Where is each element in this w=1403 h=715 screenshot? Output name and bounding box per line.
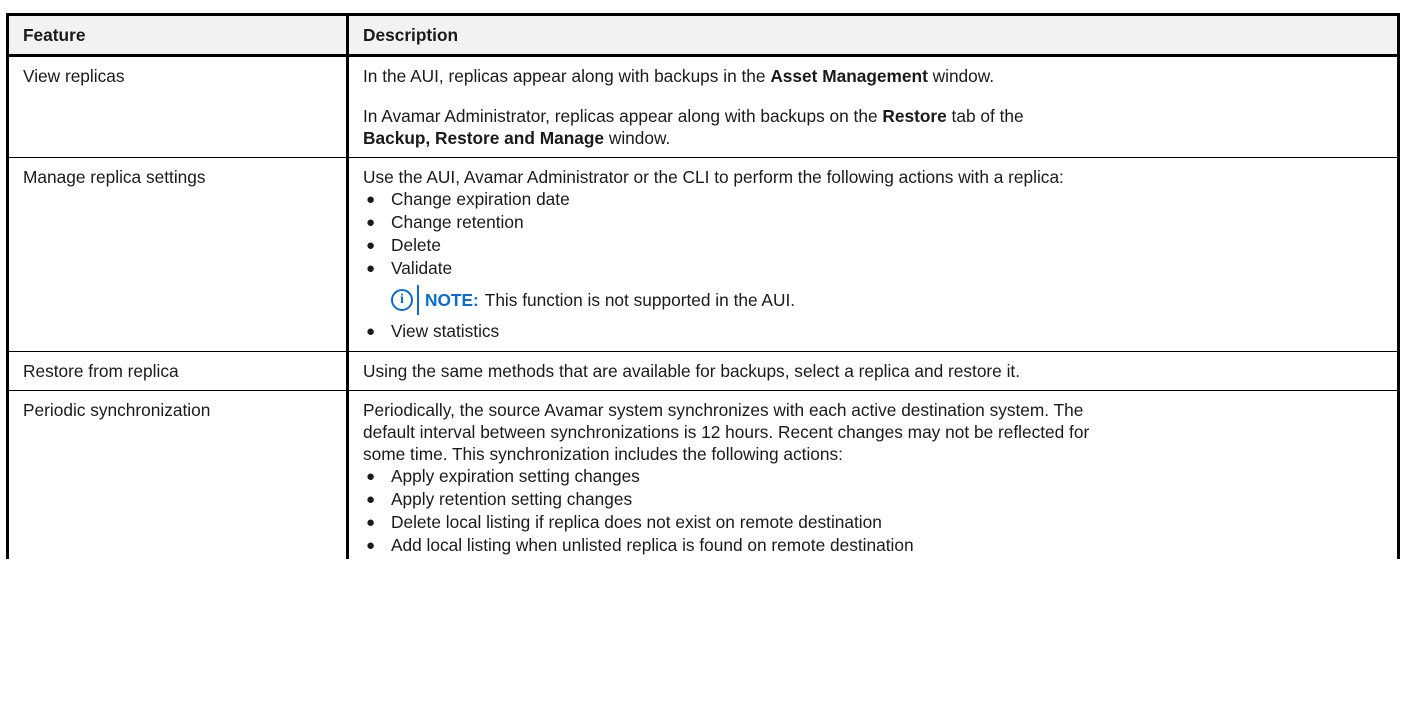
bullet-list: ● Change expiration date ● Change retentio… bbox=[363, 188, 1383, 280]
list-item: ● Delete bbox=[363, 234, 1383, 257]
text: tab of the bbox=[946, 106, 1024, 126]
bullet-list: ● View statistics bbox=[363, 320, 1383, 343]
description-cell: Use the AUI, Avamar Administrator or the… bbox=[346, 157, 1400, 352]
list-item: ● Apply expiration setting changes bbox=[363, 465, 1383, 488]
feature-cell: Restore from replica bbox=[6, 351, 349, 391]
table-header-row: Feature Description bbox=[6, 13, 1400, 57]
paragraph: In the AUI, replicas appear along with b… bbox=[363, 65, 1383, 87]
table-row: Manage replica settings Use the AUI, Ava… bbox=[6, 157, 1400, 352]
list-item-text: Change expiration date bbox=[391, 189, 570, 209]
bullet-icon: ● bbox=[366, 323, 376, 340]
bullet-icon: ● bbox=[366, 537, 376, 554]
feature-cell: Manage replica settings bbox=[6, 157, 349, 352]
list-item-text: View statistics bbox=[391, 321, 500, 341]
description-cell: Periodically, the source Avamar system s… bbox=[346, 390, 1400, 559]
list-item-text: Delete local listing if replica does not… bbox=[391, 512, 882, 532]
feature-cell: View replicas bbox=[6, 55, 349, 158]
header-description: Description bbox=[346, 13, 1400, 57]
paragraph: In Avamar Administrator, replicas appear… bbox=[363, 105, 1383, 149]
table-row: Periodic synchronization Periodically, t… bbox=[6, 390, 1400, 559]
list-item: ● Change retention bbox=[363, 211, 1383, 234]
bullet-icon: ● bbox=[366, 260, 376, 277]
description-cell: In the AUI, replicas appear along with b… bbox=[346, 55, 1400, 158]
text-line: Periodically, the source Avamar system s… bbox=[363, 400, 1084, 420]
note-callout: i NOTE: This function is not supported i… bbox=[391, 285, 1383, 315]
list-item: ● Delete local listing if replica does no… bbox=[363, 511, 1383, 534]
bold-text: Restore bbox=[882, 106, 947, 126]
bold-text: Asset Management bbox=[770, 66, 928, 86]
paragraph: Periodically, the source Avamar system s… bbox=[363, 399, 1383, 465]
list-item: ● View statistics bbox=[363, 320, 1383, 343]
note-label: NOTE: bbox=[425, 290, 479, 310]
bullet-icon: ● bbox=[366, 514, 376, 531]
note-text: This function is not supported in the AU… bbox=[484, 290, 796, 310]
note-divider bbox=[417, 285, 419, 315]
bullet-list: ● Apply expiration setting changes ● Apply… bbox=[363, 465, 1383, 557]
text-line: default interval between synchronization… bbox=[363, 422, 1090, 442]
list-item: ● Apply retention setting changes bbox=[363, 488, 1383, 511]
text: In Avamar Administrator, replicas appear… bbox=[363, 106, 883, 126]
table-row: Restore from replica Using the same meth… bbox=[6, 351, 1400, 391]
info-icon: i bbox=[391, 289, 413, 311]
feature-cell: Periodic synchronization bbox=[6, 390, 349, 559]
list-item: ● Add local listing when unlisted replica… bbox=[363, 534, 1383, 557]
bullet-icon: ● bbox=[366, 214, 376, 231]
list-item-text: Change retention bbox=[391, 212, 524, 232]
table-row: View replicas In the AUI, replicas appea… bbox=[6, 55, 1400, 158]
list-item-text: Apply expiration setting changes bbox=[391, 466, 640, 486]
list-item-text: Apply retention setting changes bbox=[391, 489, 633, 509]
list-item-text: Validate bbox=[391, 258, 453, 278]
feature-table: Feature Description View replicas In the… bbox=[6, 13, 1400, 559]
list-item: ● Validate bbox=[363, 257, 1383, 280]
list-item-text: Add local listing when unlisted replica … bbox=[391, 535, 914, 555]
header-feature: Feature bbox=[6, 13, 349, 57]
list-item: ● Change expiration date bbox=[363, 188, 1383, 211]
bold-text: Backup, Restore and Manage bbox=[363, 128, 605, 148]
bullet-icon: ● bbox=[366, 191, 376, 208]
text-line: some time. This synchronization includes… bbox=[363, 444, 843, 464]
bullet-icon: ● bbox=[366, 237, 376, 254]
text: window. bbox=[927, 66, 995, 86]
description-cell: Using the same methods that are availabl… bbox=[346, 351, 1400, 391]
bullet-icon: ● bbox=[366, 491, 376, 508]
paragraph: Use the AUI, Avamar Administrator or the… bbox=[363, 167, 1064, 187]
text: window. bbox=[604, 128, 671, 148]
list-item-text: Delete bbox=[391, 235, 441, 255]
bullet-icon: ● bbox=[366, 468, 376, 485]
text: In the AUI, replicas appear along with b… bbox=[363, 66, 771, 86]
